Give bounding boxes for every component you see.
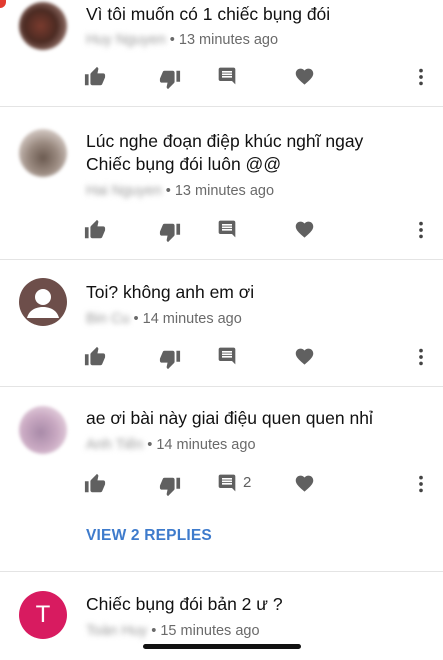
comment-item: ae ơi bài này giai điệu quen quen nhỉ An… [0, 387, 443, 571]
thumb-down-icon[interactable] [159, 68, 181, 90]
comment-text: Lúc nghe đoạn điệp khúc nghĩ ngay Chiếc … [86, 131, 364, 174]
heart-icon[interactable] [294, 346, 315, 367]
more-vertical-icon[interactable] [410, 346, 432, 368]
comment-meta: Hai Nguyen • 13 minutes ago [86, 183, 274, 199]
comment-meta: Bin Cu • 14 minutes ago [86, 311, 242, 327]
thumb-down-icon[interactable] [159, 475, 181, 497]
reply-count: 2 [243, 474, 252, 491]
comment-meta: Toàn Huy • 15 minutes ago [86, 623, 260, 639]
avatar[interactable] [19, 129, 67, 177]
comment-text: ae ơi bài này giai điệu quen quen nhỉ [86, 408, 373, 428]
comment-meta: Huy Nguyen • 13 minutes ago [86, 32, 278, 48]
timestamp: • 15 minutes ago [151, 623, 260, 639]
comment-icon[interactable] [217, 473, 237, 493]
thumb-up-icon[interactable] [84, 346, 106, 368]
timestamp: • 13 minutes ago [169, 32, 279, 48]
comment-meta: Anh Tiến • 14 minutes ago [86, 437, 256, 453]
heart-icon[interactable] [294, 473, 315, 494]
comment-text: Chiếc bụng đói bản 2 ư ? [86, 594, 283, 614]
avatar[interactable] [19, 406, 67, 454]
heart-icon[interactable] [294, 219, 315, 240]
comment-text: Vì tôi muốn có 1 chiếc bụng đói [86, 4, 331, 24]
timestamp: • 13 minutes ago [165, 183, 275, 199]
more-vertical-icon[interactable] [410, 219, 432, 241]
comment-actions [0, 219, 443, 243]
comment-actions [0, 66, 443, 90]
author-name[interactable]: Bin Cu [86, 311, 130, 327]
comment-item: Lúc nghe đoạn điệp khúc nghĩ ngay Chiếc … [0, 107, 443, 259]
thumb-up-icon[interactable] [84, 219, 106, 241]
author-name[interactable]: Huy Nguyen [86, 32, 166, 48]
timestamp: • 14 minutes ago [147, 437, 256, 453]
heart-icon[interactable] [294, 66, 315, 87]
avatar[interactable]: T [19, 591, 67, 639]
comment-icon[interactable] [217, 219, 237, 239]
home-indicator[interactable] [143, 644, 301, 649]
more-vertical-icon[interactable] [410, 66, 432, 88]
default-user-icon [27, 289, 59, 318]
comment-item: Toi? không anh em ơi Bin Cu • 14 minutes … [0, 260, 443, 386]
thumb-up-icon[interactable] [84, 66, 106, 88]
author-name[interactable]: Hai Nguyen [86, 183, 162, 199]
comment-text: Toi? không anh em ơi [86, 282, 255, 302]
view-replies-link[interactable]: VIEW 2 REPLIES [86, 527, 212, 545]
author-name[interactable]: Toàn Huy [86, 623, 147, 639]
comment-actions [0, 346, 443, 370]
timestamp: • 14 minutes ago [133, 311, 242, 327]
avatar[interactable] [19, 278, 67, 326]
comment-item: Vì tôi muốn có 1 chiếc bụng đói Huy Nguy… [0, 0, 443, 106]
comment-icon[interactable] [217, 66, 237, 86]
comment-icon[interactable] [217, 346, 237, 366]
avatar[interactable] [19, 2, 67, 50]
author-name[interactable]: Anh Tiến [86, 437, 143, 453]
thumb-up-icon[interactable] [84, 473, 106, 495]
thumb-down-icon[interactable] [159, 221, 181, 243]
more-vertical-icon[interactable] [410, 473, 432, 495]
comment-actions: 2 [0, 473, 443, 497]
thumb-down-icon[interactable] [159, 348, 181, 370]
